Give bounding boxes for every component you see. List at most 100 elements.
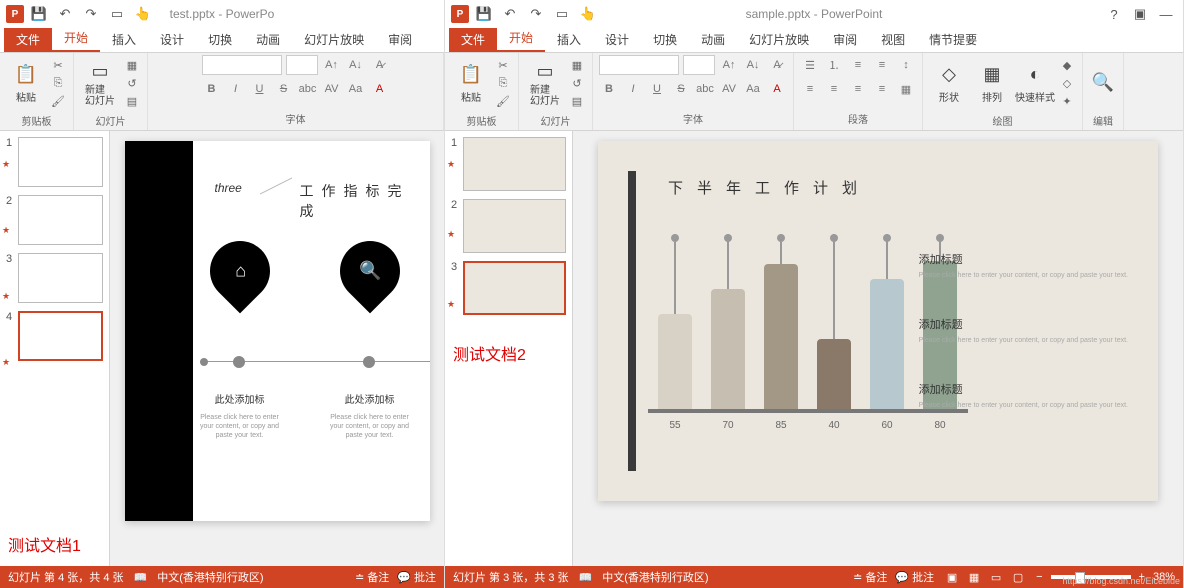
thumb-4[interactable]: 4 ★ xyxy=(6,311,103,361)
size-selector[interactable] xyxy=(683,55,715,75)
layout-icon[interactable]: ▦ xyxy=(123,57,141,73)
case-button[interactable]: Aa xyxy=(743,79,763,99)
strike-button[interactable]: S xyxy=(671,79,691,99)
redo-icon[interactable]: ↷ xyxy=(525,3,547,25)
tab-review[interactable]: 审阅 xyxy=(376,27,424,52)
indent-inc-icon[interactable]: ≡ xyxy=(872,55,892,75)
thumb-2[interactable]: 2 ★ xyxy=(6,195,103,245)
thumb-preview[interactable] xyxy=(463,261,566,315)
format-painter-icon[interactable]: 🖌 xyxy=(49,93,67,109)
reset-icon[interactable]: ↺ xyxy=(568,75,586,91)
case-button[interactable]: Aa xyxy=(346,79,366,99)
strike-button[interactable]: S xyxy=(274,79,294,99)
tab-design[interactable]: 设计 xyxy=(148,27,196,52)
new-slide-button[interactable]: ▭ 新建 幻灯片 xyxy=(525,55,565,111)
columns-icon[interactable]: ▦ xyxy=(896,79,916,99)
copy-icon[interactable]: ⎘ xyxy=(494,75,512,91)
thumb-preview[interactable] xyxy=(18,137,103,187)
shrink-font-icon[interactable]: A↓ xyxy=(346,55,366,75)
shape-effects-icon[interactable]: ✦ xyxy=(1058,93,1076,109)
touch-icon[interactable]: 👆 xyxy=(132,3,154,25)
thumb-preview[interactable] xyxy=(18,253,103,303)
editing-button[interactable]: 🔍 xyxy=(1089,55,1117,111)
underline-button[interactable]: U xyxy=(250,79,270,99)
zoom-out-icon[interactable]: − xyxy=(1036,571,1042,583)
bold-button[interactable]: B xyxy=(599,79,619,99)
undo-icon[interactable]: ↶ xyxy=(54,3,76,25)
thumb-2[interactable]: 2 ★ xyxy=(451,199,566,253)
save-icon[interactable]: 💾 xyxy=(28,3,50,25)
font-color-button[interactable]: A xyxy=(767,79,787,99)
new-slide-button[interactable]: ▭ 新建 幻灯片 xyxy=(80,55,120,111)
reset-icon[interactable]: ↺ xyxy=(123,75,141,91)
thumb-3[interactable]: 3 ★ xyxy=(451,261,566,315)
spacing-button[interactable]: AV xyxy=(719,79,739,99)
thumb-preview[interactable] xyxy=(463,137,566,191)
paste-button[interactable]: 📋 粘贴 xyxy=(6,55,46,111)
thumb-1[interactable]: 1 ★ xyxy=(6,137,103,187)
grow-font-icon[interactable]: A↑ xyxy=(322,55,342,75)
section-icon[interactable]: ▤ xyxy=(568,93,586,109)
thumb-preview[interactable] xyxy=(18,311,103,361)
layout-icon[interactable]: ▦ xyxy=(568,57,586,73)
shapes-button[interactable]: ◇ 形状 xyxy=(929,55,969,111)
bullets-icon[interactable]: ☰ xyxy=(800,55,820,75)
tab-file[interactable]: 文件 xyxy=(4,27,52,52)
clear-format-icon[interactable]: A̷ xyxy=(767,55,787,75)
size-selector[interactable] xyxy=(286,55,318,75)
line-spacing-icon[interactable]: ↕ xyxy=(896,55,916,75)
normal-view-icon[interactable]: ▣ xyxy=(942,568,962,586)
justify-icon[interactable]: ≡ xyxy=(872,79,892,99)
tab-insert[interactable]: 插入 xyxy=(100,27,148,52)
bold-button[interactable]: B xyxy=(202,79,222,99)
thumb-preview[interactable] xyxy=(18,195,103,245)
slide-editor[interactable]: 下半年工作计划 55 70 85 40 xyxy=(573,131,1183,566)
tab-transitions[interactable]: 切换 xyxy=(641,27,689,52)
slideshow-view-icon[interactable]: ▢ xyxy=(1008,568,1028,586)
shape-fill-icon[interactable]: ◆ xyxy=(1058,57,1076,73)
tab-home[interactable]: 开始 xyxy=(52,25,100,52)
slide-canvas[interactable]: 下半年工作计划 55 70 85 40 xyxy=(598,141,1158,501)
tab-view[interactable]: 视图 xyxy=(869,27,917,52)
thumb-3[interactable]: 3 ★ xyxy=(6,253,103,303)
comments-button[interactable]: 💬 批注 xyxy=(397,569,436,585)
tab-file[interactable]: 文件 xyxy=(449,27,497,52)
cut-icon[interactable]: ✂ xyxy=(494,57,512,73)
reading-view-icon[interactable]: ▭ xyxy=(986,568,1006,586)
thumb-preview[interactable] xyxy=(463,199,566,253)
italic-button[interactable]: I xyxy=(623,79,643,99)
tab-design[interactable]: 设计 xyxy=(593,27,641,52)
indent-dec-icon[interactable]: ≡ xyxy=(848,55,868,75)
numbering-icon[interactable]: ⒈ xyxy=(824,55,844,75)
shape-outline-icon[interactable]: ◇ xyxy=(1058,75,1076,91)
underline-button[interactable]: U xyxy=(647,79,667,99)
paste-button[interactable]: 📋 粘贴 xyxy=(451,55,491,111)
undo-icon[interactable]: ↶ xyxy=(499,3,521,25)
tab-animations[interactable]: 动画 xyxy=(244,27,292,52)
copy-icon[interactable]: ⎘ xyxy=(49,75,67,91)
arrange-button[interactable]: ▦ 排列 xyxy=(972,55,1012,111)
spacing-button[interactable]: AV xyxy=(322,79,342,99)
clear-format-icon[interactable]: A̷ xyxy=(370,55,390,75)
help-icon[interactable]: ? xyxy=(1103,3,1125,25)
italic-button[interactable]: I xyxy=(226,79,246,99)
redo-icon[interactable]: ↷ xyxy=(80,3,102,25)
shadow-button[interactable]: abc xyxy=(695,79,715,99)
start-icon[interactable]: ▭ xyxy=(551,3,573,25)
grow-font-icon[interactable]: A↑ xyxy=(719,55,739,75)
notes-button[interactable]: ≐ 备注 xyxy=(853,569,887,585)
tab-transitions[interactable]: 切换 xyxy=(196,27,244,52)
ribbon-options-icon[interactable]: ▣ xyxy=(1129,3,1151,25)
cut-icon[interactable]: ✂ xyxy=(49,57,67,73)
comments-button[interactable]: 💬 批注 xyxy=(895,569,934,585)
shadow-button[interactable]: abc xyxy=(298,79,318,99)
tab-insert[interactable]: 插入 xyxy=(545,27,593,52)
align-left-icon[interactable]: ≡ xyxy=(800,79,820,99)
tab-home[interactable]: 开始 xyxy=(497,25,545,52)
quick-styles-button[interactable]: ◐ 快速样式 xyxy=(1015,55,1055,111)
tab-animations[interactable]: 动画 xyxy=(689,27,737,52)
tab-review[interactable]: 审阅 xyxy=(821,27,869,52)
tab-storyline[interactable]: 情节提要 xyxy=(917,27,989,52)
touch-icon[interactable]: 👆 xyxy=(577,3,599,25)
font-selector[interactable] xyxy=(202,55,282,75)
